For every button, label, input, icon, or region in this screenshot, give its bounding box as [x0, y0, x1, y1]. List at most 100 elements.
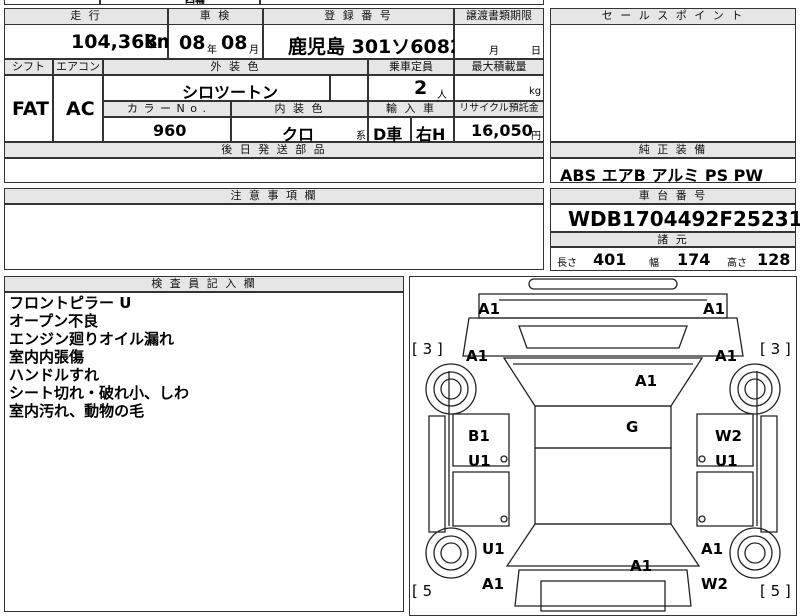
- specs-header: 諸 元: [550, 232, 796, 247]
- equipment-value: ABS エアB アルミ PS PW: [560, 166, 764, 185]
- chassis-header: 車 台 番 号: [550, 188, 796, 204]
- tire-bracket: [ 5: [412, 582, 433, 600]
- recycle-unit: 円: [531, 131, 541, 142]
- exterior-color-extra-cell: [330, 75, 368, 101]
- inspector-note: ハンドルすれ: [9, 366, 100, 384]
- capacity-unit: 人: [437, 90, 447, 101]
- capacity-cell: 2 人: [368, 75, 454, 101]
- damage-mark: G: [626, 418, 639, 436]
- damage-mark: A1: [635, 372, 658, 390]
- height-label: 高さ: [727, 258, 747, 269]
- later-parts-header: 後 日 発 送 部 品: [4, 142, 544, 158]
- damage-mark: U1: [715, 452, 738, 470]
- car-diagram-box: A1 A1 A1 A1 A1 B1 U1 G W2 U1 U1 A1 A1 A1…: [409, 276, 797, 616]
- inspector-note: 室内内張傷: [9, 348, 85, 366]
- tire-bracket: [ 3 ]: [412, 340, 443, 358]
- damage-mark: A1: [715, 347, 738, 365]
- damage-mark: W2: [715, 427, 742, 445]
- damage-mark: A1: [466, 347, 489, 365]
- width-label: 幅: [649, 258, 659, 269]
- inspector-note: オープン不良: [9, 312, 99, 330]
- equipment-header: 純 正 装 備: [550, 142, 796, 158]
- registration-cell: 鹿児島 301ソ6082: [263, 24, 463, 59]
- import-header: 輸 入 車: [368, 101, 454, 117]
- chassis-cell: WDB1704492F252313: [550, 204, 800, 232]
- header-partial-text-2: --: [340, 0, 347, 1]
- steering-cell: 右H: [411, 117, 454, 144]
- capacity-value: 2: [414, 77, 428, 99]
- exterior-color-header: 外 装 色: [103, 59, 368, 75]
- recycle-cell: 16,050 円: [454, 117, 544, 142]
- inspector-note: 室内汚れ、動物の毛: [9, 402, 145, 420]
- inspection-month-unit: 月: [249, 45, 259, 56]
- interior-color-cell: クロ 系: [231, 117, 368, 144]
- header-partial-mid: [100, 0, 260, 5]
- interior-color-header: 内 装 色: [231, 101, 368, 117]
- damage-mark: W2: [701, 575, 728, 593]
- caution-box: [4, 204, 544, 270]
- sales-point-header: セ ー ル ス ポ イ ン ト: [550, 8, 796, 25]
- damage-mark: A1: [701, 540, 724, 558]
- recycle-header: リサイクル預託金: [454, 101, 544, 117]
- transfer-header: 譲渡書類期限: [454, 8, 544, 25]
- tire-bracket: [ 5 ]: [760, 582, 791, 600]
- recycle-value: 16,050: [471, 121, 533, 140]
- length-label: 長さ: [557, 258, 577, 269]
- capacity-header: 乗車定員: [368, 59, 454, 75]
- max-load-header: 最大積載量: [454, 59, 544, 75]
- inspection-header: 車 検: [168, 8, 263, 25]
- transfer-month-unit: 月: [489, 46, 499, 57]
- color-no-header: カ ラ ー N o .: [103, 101, 231, 117]
- transfer-day-unit: 日: [531, 46, 541, 57]
- inspection-month: 08: [221, 32, 248, 54]
- height-value: 128: [757, 250, 791, 269]
- sales-point-box: [550, 24, 796, 142]
- inspector-note: エンジン廻りオイル漏れ: [9, 330, 175, 348]
- shift-header: シフト: [4, 59, 53, 75]
- shift-cell: FAT: [4, 75, 53, 142]
- inspection-year-unit: 年: [207, 45, 217, 56]
- tire-bracket: [ 3 ]: [760, 340, 791, 358]
- later-parts-cell: [4, 158, 544, 183]
- shift-value: FAT: [12, 98, 49, 120]
- damage-mark: B1: [468, 427, 490, 445]
- car-outline-diagram: [425, 278, 781, 612]
- aircon-header: エアコン: [53, 59, 103, 75]
- interior-color-unit: 系: [356, 131, 366, 142]
- inspector-box: フロントピラー U オープン不良 エンジン廻りオイル漏れ 室内内張傷 ハンドルす…: [4, 292, 404, 612]
- caution-header: 注 意 事 項 欄: [4, 188, 544, 204]
- inspection-year: 08: [179, 32, 206, 54]
- damage-mark: U1: [482, 540, 505, 558]
- drive-side-cell: D車: [368, 117, 411, 144]
- inspector-note: フロントピラー U: [9, 294, 132, 312]
- damage-mark: U1: [468, 452, 491, 470]
- registration-header: 登 録 番 号: [263, 8, 454, 25]
- aircon-value: AC: [66, 98, 95, 120]
- color-no-value: 960: [153, 121, 187, 140]
- aircon-cell: AC: [53, 75, 103, 142]
- damage-mark: A1: [478, 300, 501, 318]
- width-value: 174: [677, 250, 711, 269]
- inspector-note: シート切れ・破れ小、しわ: [9, 384, 190, 402]
- transfer-cell: 月 日: [454, 24, 544, 59]
- max-load-unit: kg: [529, 86, 542, 97]
- mileage-cell: 104,368 km: [4, 24, 176, 59]
- max-load-cell: kg: [454, 75, 544, 101]
- damage-mark: A1: [703, 300, 726, 318]
- inspection-cell: 08 年 08 月: [168, 24, 263, 59]
- chassis-value: WDB1704492F252313: [568, 207, 800, 231]
- mileage-header: 走 行: [4, 8, 168, 25]
- header-partial-right: [260, 0, 544, 5]
- registration-value: 鹿児島 301ソ6082: [288, 36, 464, 58]
- inspector-header: 検 査 員 記 入 欄: [4, 276, 404, 292]
- equipment-box: ABS エアB アルミ PS PW: [550, 158, 796, 185]
- exterior-color-value: シロツートン: [182, 83, 279, 102]
- specs-cell: 長さ 401 幅 174 高さ 128: [550, 247, 796, 271]
- color-no-cell: 960: [103, 117, 231, 142]
- exterior-color-cell: シロツートン: [103, 75, 330, 102]
- length-value: 401: [593, 250, 627, 269]
- header-partial-left: [4, 0, 100, 5]
- damage-mark: A1: [482, 575, 505, 593]
- header-partial-text: 四輪: [185, 0, 205, 6]
- damage-mark: A1: [630, 557, 653, 575]
